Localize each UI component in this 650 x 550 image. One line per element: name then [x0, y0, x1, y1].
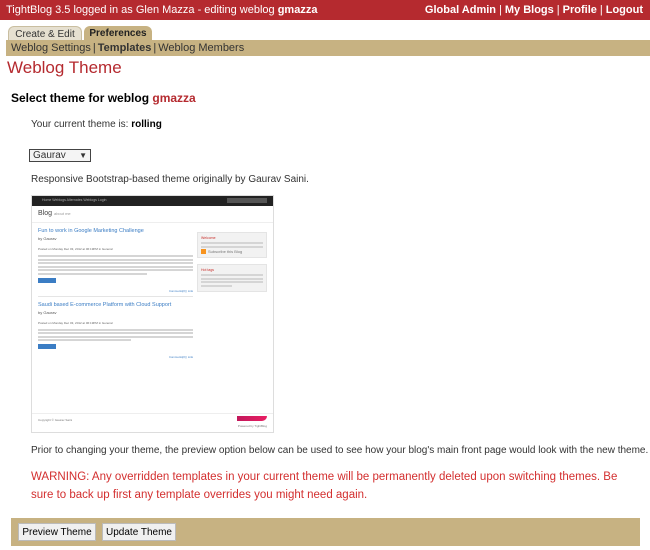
- preview-blog-title: Blog about me: [38, 210, 71, 217]
- preview-powered-by: Powered by TightBlog: [237, 424, 267, 428]
- separator: |: [92, 42, 96, 54]
- preview-post-meta: Posted on Monday Dec 03, 2012 at 06:19PM…: [38, 247, 113, 251]
- theme-select-value: Gaurav: [33, 150, 66, 161]
- preview-text-line: [38, 328, 193, 331]
- warning-label: WARNING: [31, 471, 87, 483]
- preview-post-footer: Comments[0] | Link: [168, 288, 193, 293]
- preview-text-line: [38, 262, 193, 264]
- sub-navigation: Weblog Settings | Templates | Weblog Members: [6, 40, 650, 56]
- logout-link[interactable]: Logout: [606, 4, 643, 16]
- warning-message: WARNING: Any overridden templates in you…: [31, 468, 631, 504]
- preview-tags-box: Hot tags: [197, 264, 267, 293]
- preview-text-line: [38, 339, 131, 341]
- preview-note: Prior to changing your theme, the previe…: [31, 445, 649, 456]
- preview-text-line: [38, 332, 193, 334]
- current-theme: Your current theme is: rolling: [31, 119, 162, 130]
- preview-nav-links: Home Weblogs Alternates Weblogs Login: [42, 198, 107, 202]
- preview-text-line: [201, 242, 263, 244]
- preview-text-line: [201, 277, 263, 280]
- top-nav: Global Admin | My Blogs | Profile | Logout: [425, 4, 643, 16]
- preview-text-line: [38, 258, 193, 261]
- preview-post-author: by Gaurav: [38, 236, 57, 241]
- subnav-weblog-settings[interactable]: Weblog Settings: [11, 42, 91, 54]
- preview-welcome-box: Welcome Subscribe this Blog: [197, 232, 267, 259]
- page-title: Weblog Theme: [7, 58, 122, 77]
- top-bar: TightBlog 3.5 logged in as Glen Mazza - …: [0, 0, 650, 20]
- preview-navbar: Home Weblogs Alternates Weblogs Login: [32, 196, 273, 206]
- preview-blog-title-text: Blog: [38, 210, 53, 217]
- preview-main-column: Fun to work in Google Marketing Challeng…: [38, 228, 193, 361]
- theme-select[interactable]: Gaurav ▼: [29, 149, 91, 162]
- update-theme-button[interactable]: Update Theme: [102, 523, 176, 541]
- preview-tags-title: Hot tags: [201, 268, 215, 273]
- current-weblog-name: gmazza: [277, 4, 318, 16]
- preview-read-more-button: [38, 277, 56, 283]
- main-tabs: Create & Edit Preferences: [0, 22, 650, 42]
- theme-preview-image: Home Weblogs Alternates Weblogs Login Bl…: [31, 195, 274, 433]
- rss-icon: [201, 249, 206, 255]
- preview-text-line: [201, 281, 263, 284]
- subnav-templates[interactable]: Templates: [98, 42, 152, 54]
- preview-header: Blog about me: [32, 206, 273, 223]
- preview-text-line: [38, 255, 193, 257]
- weblog-name: gmazza: [152, 91, 196, 105]
- preview-post-title: Saudi based E-commerce Platform with Clo…: [38, 301, 172, 308]
- login-status-text: TightBlog 3.5 logged in as Glen Mazza - …: [6, 4, 275, 16]
- separator: |: [556, 4, 560, 16]
- preview-text-line: [201, 245, 263, 248]
- preview-text-line: [38, 265, 193, 268]
- preview-post-footer: Comments[0] | Link: [168, 355, 193, 359]
- preview-text-line: [38, 335, 193, 338]
- preview-copyright: Copyright © Gaurav Saini: [38, 418, 73, 422]
- preview-search-box: [227, 198, 267, 203]
- preview-text-line: [38, 269, 193, 271]
- separator: |: [499, 4, 502, 16]
- preview-read-more-button: [38, 344, 56, 349]
- select-theme-label: Select theme for weblog: [11, 91, 150, 105]
- warning-text: : Any overridden templates in your curre…: [31, 471, 618, 501]
- separator: |: [599, 4, 603, 16]
- preview-post-title: Fun to work in Google Marketing Challeng…: [38, 228, 144, 234]
- select-theme-heading: Select theme for weblog gmazza: [11, 91, 196, 105]
- global-admin-link[interactable]: Global Admin: [425, 4, 496, 16]
- profile-link[interactable]: Profile: [563, 4, 597, 16]
- preview-theme-button[interactable]: Preview Theme: [18, 523, 96, 541]
- preview-rss-label: Subscribe this Blog: [208, 249, 243, 254]
- chevron-down-icon: ▼: [79, 151, 87, 160]
- subnav-weblog-members[interactable]: Weblog Members: [158, 42, 244, 54]
- preview-post-meta: Posted on Monday Dec 03, 2012 at 06:19PM…: [38, 320, 113, 325]
- preview-divider: [38, 295, 193, 297]
- preview-text-line: [201, 284, 232, 287]
- preview-footer: Copyright © Gaurav Saini Powered by Tigh…: [32, 413, 273, 432]
- tab-preferences[interactable]: Preferences: [84, 26, 152, 41]
- preview-blog-subtitle: about me: [53, 211, 71, 216]
- current-theme-label: Your current theme is:: [31, 119, 129, 130]
- preview-welcome-title: Welcome: [201, 236, 216, 240]
- preview-text-line: [38, 272, 147, 275]
- preview-logo-swoosh: [237, 416, 267, 421]
- login-status: TightBlog 3.5 logged in as Glen Mazza - …: [6, 4, 317, 16]
- preview-post-author: by Gaurav: [38, 309, 57, 315]
- preview-sidebar: Welcome Subscribe this Blog Hot tags: [197, 232, 267, 298]
- current-theme-value: rolling: [131, 119, 162, 130]
- theme-description: Responsive Bootstrap-based theme origina…: [31, 174, 309, 185]
- my-blogs-link[interactable]: My Blogs: [505, 4, 554, 16]
- preview-text-line: [201, 274, 263, 277]
